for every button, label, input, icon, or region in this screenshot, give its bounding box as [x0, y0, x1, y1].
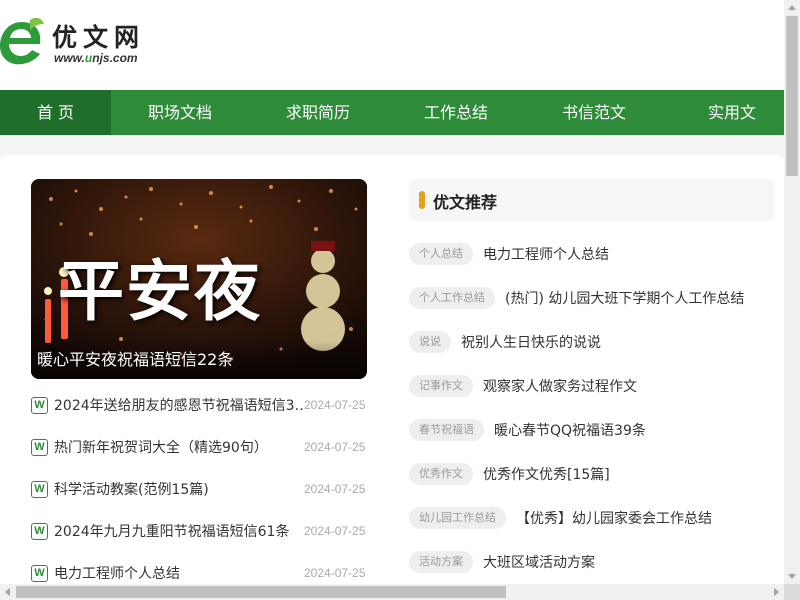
nav-item-work-summary[interactable]: 工作总结	[387, 90, 525, 135]
accent-bar	[419, 191, 425, 209]
scroll-left-arrow-icon[interactable]	[5, 588, 10, 596]
scrollbar-corner	[784, 584, 800, 600]
banner-caption-bg: 暖心平安夜祝福语短信22条	[31, 341, 367, 379]
nav-item-workplace-docs[interactable]: 职场文档	[111, 90, 249, 135]
recommend-link[interactable]: 暖心春节QQ祝福语39条	[494, 420, 646, 440]
recommend-item: 说说 祝别人生日快乐的说说	[409, 320, 774, 364]
list-item-title[interactable]: 热门新年祝贺词大全（精选90句）	[54, 437, 304, 457]
list-item-date: 2024-07-25	[304, 482, 366, 496]
category-tag[interactable]: 个人总结	[409, 243, 473, 265]
recommend-list: 个人总结 电力工程师个人总结 个人工作总结 (热门) 幼儿园大班下学期个人工作总…	[409, 232, 774, 584]
category-tag[interactable]: 记事作文	[409, 375, 473, 397]
document-w-icon: W	[31, 438, 48, 456]
page: 优文网 www.unjs.com 首 页 职场文档 求职简历 工作总结 书信范文…	[0, 0, 800, 600]
scroll-down-arrow-icon[interactable]	[788, 574, 796, 579]
recommend-item: 春节祝福语 暖心春节QQ祝福语39条	[409, 408, 774, 452]
category-tag[interactable]: 春节祝福语	[409, 419, 484, 441]
recommend-item: 幼儿园工作总结 【优秀】幼儿园家委会工作总结	[409, 496, 774, 540]
list-item-date: 2024-07-25	[304, 524, 366, 538]
recommend-link[interactable]: 大班区域活动方案	[483, 552, 595, 572]
horizontal-scrollbar[interactable]	[0, 584, 784, 600]
scroll-up-arrow-icon[interactable]	[788, 5, 796, 10]
scroll-right-arrow-icon[interactable]	[774, 588, 779, 596]
list-item-title[interactable]: 科学活动教案(范例15篇)	[54, 479, 304, 499]
category-tag[interactable]: 个人工作总结	[409, 287, 495, 309]
recommend-link[interactable]: 电力工程师个人总结	[483, 244, 609, 264]
list-item[interactable]: W 2024年九月九重阳节祝福语短信61条 2024-07-25	[31, 510, 367, 552]
recommend-link[interactable]: 【优秀】幼儿园家委会工作总结	[516, 508, 712, 528]
document-w-icon: W	[31, 564, 48, 582]
nav-item-home[interactable]: 首 页	[0, 90, 111, 135]
recommend-link[interactable]: 观察家人做家务过程作文	[483, 376, 637, 396]
recommend-item: 优秀作文 优秀作文优秀[15篇]	[409, 452, 774, 496]
category-tag[interactable]: 幼儿园工作总结	[409, 507, 506, 529]
article-list: W 2024年送给朋友的感恩节祝福语短信3… 2024-07-25 W 热门新年…	[31, 384, 367, 594]
nav-item-letters[interactable]: 书信范文	[525, 90, 663, 135]
recommend-link[interactable]: 祝别人生日快乐的说说	[461, 332, 601, 352]
logo-url-prefix: www.	[54, 51, 85, 65]
site-header: 优文网 www.unjs.com	[0, 0, 784, 90]
site-logo-url[interactable]: www.unjs.com	[54, 51, 138, 65]
list-item-date: 2024-07-25	[304, 566, 366, 580]
category-tag[interactable]: 优秀作文	[409, 463, 473, 485]
nav-item-practical[interactable]: 实用文	[663, 90, 800, 135]
list-item-title[interactable]: 电力工程师个人总结	[54, 563, 304, 583]
document-w-icon: W	[31, 522, 48, 540]
main-nav: 首 页 职场文档 求职简历 工作总结 书信范文 实用文	[0, 90, 784, 135]
recommend-item: 个人总结 电力工程师个人总结	[409, 232, 774, 276]
recommend-title: 优文推荐	[433, 193, 498, 212]
recommend-item: 活动方案 大班区域活动方案	[409, 540, 774, 584]
recommend-item: 记事作文 观察家人做家务过程作文	[409, 364, 774, 408]
leaf-e-logo-icon[interactable]	[0, 14, 44, 66]
site-logo-title[interactable]: 优文网	[52, 18, 145, 54]
horizontal-scroll-thumb[interactable]	[16, 586, 506, 598]
banner-image-text: 平安夜	[58, 253, 262, 330]
logo-url-suffix: njs.com	[92, 51, 138, 65]
list-item[interactable]: W 2024年送给朋友的感恩节祝福语短信3… 2024-07-25	[31, 384, 367, 426]
list-item-title[interactable]: 2024年送给朋友的感恩节祝福语短信3…	[54, 395, 304, 415]
list-item-title[interactable]: 2024年九月九重阳节祝福语短信61条	[54, 521, 304, 541]
recommend-header: 优文推荐	[409, 179, 774, 221]
document-w-icon: W	[31, 480, 48, 498]
category-tag[interactable]: 活动方案	[409, 551, 473, 573]
vertical-scrollbar[interactable]	[784, 0, 800, 584]
category-tag[interactable]: 说说	[409, 331, 451, 353]
document-w-icon: W	[31, 396, 48, 414]
list-item[interactable]: W 热门新年祝贺词大全（精选90句） 2024-07-25	[31, 426, 367, 468]
recommend-link[interactable]: 优秀作文优秀[15篇]	[483, 464, 610, 484]
recommend-link[interactable]: (热门) 幼儿园大班下学期个人工作总结	[505, 288, 744, 308]
vertical-scroll-thumb[interactable]	[786, 16, 798, 176]
list-item-date: 2024-07-25	[304, 398, 366, 412]
list-item-date: 2024-07-25	[304, 440, 366, 454]
nav-item-resume[interactable]: 求职简历	[249, 90, 387, 135]
list-item[interactable]: W 科学活动教案(范例15篇) 2024-07-25	[31, 468, 367, 510]
recommend-item: 个人工作总结 (热门) 幼儿园大班下学期个人工作总结	[409, 276, 774, 320]
banner-caption[interactable]: 暖心平安夜祝福语短信22条	[37, 346, 233, 370]
